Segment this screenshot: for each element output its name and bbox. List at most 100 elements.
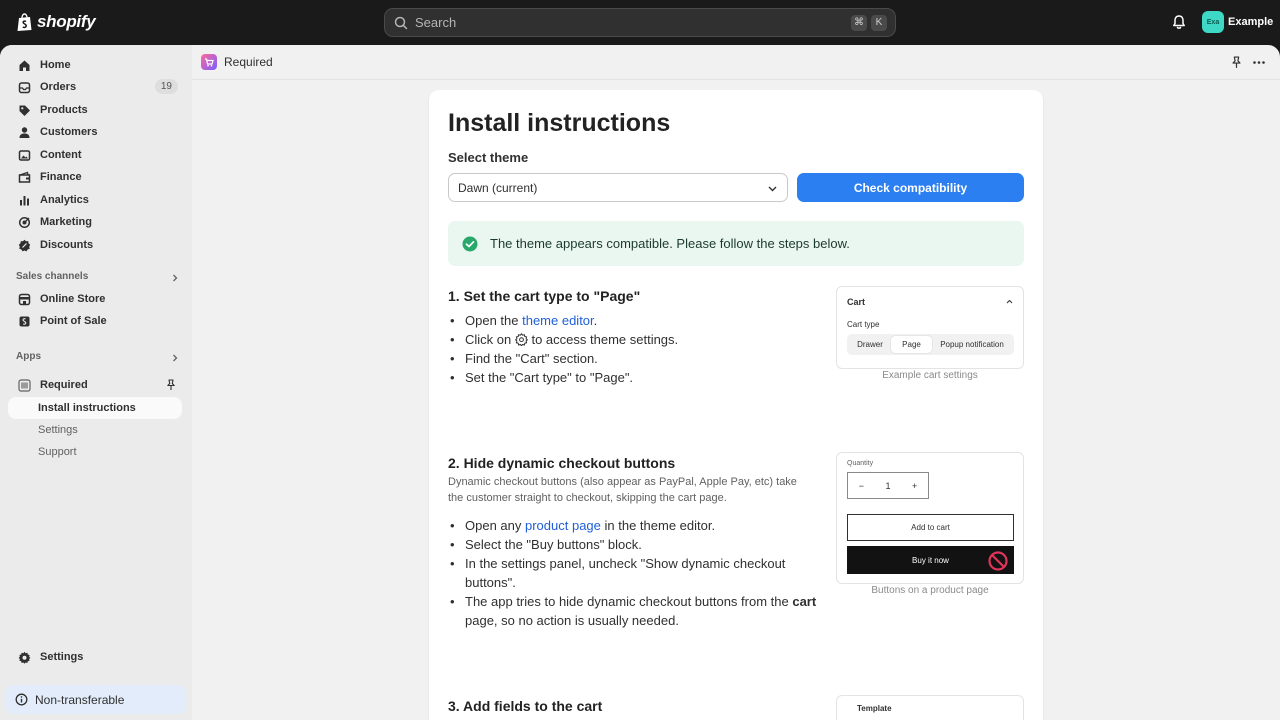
quantity-value: 1	[885, 480, 891, 491]
finance-icon	[18, 171, 31, 184]
chevron-up-icon	[1006, 299, 1013, 304]
list-item: Set the "Cart type" to "Page".	[448, 368, 820, 387]
gear-icon	[514, 333, 528, 346]
product-page-link[interactable]: product page	[525, 518, 601, 533]
chevron-right-icon[interactable]	[170, 273, 180, 283]
step-2-bullet-4-text: The app tries to hide dynamic checkout b…	[465, 594, 793, 609]
sidebar-item-home[interactable]: Home	[8, 54, 184, 76]
list-item: Open any product page in the theme edito…	[448, 516, 820, 535]
chevron-right-icon[interactable]	[170, 353, 180, 363]
discount-icon	[18, 239, 31, 252]
notifications-bell-icon[interactable]	[1170, 13, 1188, 31]
compatibility-success-banner: The theme appears compatible. Please fol…	[448, 221, 1024, 266]
option-page: Page	[891, 336, 932, 353]
shopify-logo[interactable]: shopify	[16, 12, 96, 32]
cart-type-segmented-control: Drawer Page Popup notification	[847, 334, 1014, 355]
app-header: Required	[192, 45, 1280, 80]
sidebar-item-finance[interactable]: Finance	[8, 166, 184, 188]
sidebar-subitem-support[interactable]: Support	[8, 441, 182, 463]
store-icon	[18, 293, 31, 306]
minus-icon: −	[858, 480, 864, 491]
content-icon	[18, 149, 31, 162]
sidebar-item-label: Required	[40, 379, 88, 391]
step-1-title: 1. Set the cart type to "Page"	[448, 288, 641, 304]
add-to-cart-button: Add to cart	[847, 514, 1014, 541]
info-icon	[15, 693, 28, 706]
sidebar-item-label: Home	[40, 59, 71, 71]
search-input[interactable]	[415, 15, 847, 30]
sidebar: Home Orders 19 Products Customers Conten…	[0, 45, 192, 720]
cart-settings-illustration: Cart Cart type Drawer Page Popup notific…	[836, 286, 1024, 369]
sidebar-item-point-of-sale[interactable]: Point of Sale	[8, 310, 184, 332]
pin-icon[interactable]	[165, 379, 177, 391]
sidebar-item-products[interactable]: Products	[8, 99, 184, 121]
orders-count-badge: 19	[154, 79, 178, 94]
sidebar-item-orders[interactable]: Orders 19	[8, 76, 184, 98]
list-item: Click on to access theme settings.	[448, 330, 820, 349]
analytics-icon	[18, 194, 31, 207]
step-3-title: 3. Add fields to the cart	[448, 698, 603, 714]
step-1-bullet-1-end: .	[593, 313, 598, 328]
pin-icon[interactable]	[1230, 56, 1243, 69]
sidebar-item-label: Analytics	[40, 194, 89, 206]
sidebar-subitem-settings[interactable]: Settings	[8, 419, 182, 441]
sidebar-item-settings[interactable]: Settings	[8, 646, 184, 668]
step-2-list: Open any product page in the theme edito…	[448, 516, 820, 630]
search-icon	[394, 16, 408, 29]
account-menu[interactable]: Exa Example	[1202, 11, 1273, 33]
quantity-label: Quantity	[847, 460, 874, 467]
sidebar-item-label: Orders	[40, 81, 77, 93]
sidebar-subitem-label: Install instructions	[38, 402, 136, 414]
step-1-list: Open the theme editor. Click on to acces…	[448, 311, 820, 387]
sidebar-item-online-store[interactable]: Online Store	[8, 288, 184, 310]
app-logo-icon	[201, 54, 217, 70]
sidebar-item-label: Products	[40, 104, 88, 116]
sidebar-item-label: Content	[40, 149, 82, 161]
template-illustration: Template	[836, 695, 1024, 720]
prohibited-icon	[988, 551, 1008, 571]
sidebar-item-required-app[interactable]: Required	[8, 374, 184, 396]
home-icon	[18, 59, 31, 72]
theme-select-value: Dawn (current)	[458, 180, 538, 195]
sidebar-subitem-install-instructions[interactable]: Install instructions	[8, 397, 182, 419]
non-transferable-banner[interactable]: Non-transferable	[6, 685, 186, 714]
list-item: Find the "Cart" section.	[448, 349, 820, 368]
cart-settings-caption: Example cart settings	[882, 370, 978, 381]
search-bar[interactable]: ⌘ K	[384, 8, 896, 37]
shortcut-key-cmd: ⌘	[851, 14, 867, 31]
select-theme-label: Select theme	[448, 150, 529, 165]
check-circle-icon	[462, 236, 478, 251]
step-2-bullet-1-end: in the theme editor.	[600, 518, 716, 533]
step-2-description: Dynamic checkout buttons (also appear as…	[448, 476, 797, 504]
step-2-title: 2. Hide dynamic checkout buttons	[448, 455, 676, 471]
more-actions-icon[interactable]	[1252, 56, 1266, 69]
sidebar-item-customers[interactable]: Customers	[8, 121, 184, 143]
sidebar-item-label: Point of Sale	[40, 315, 107, 327]
app-icon	[18, 378, 31, 392]
sidebar-item-label: Customers	[40, 126, 98, 138]
check-compatibility-button[interactable]: Check compatibility	[797, 173, 1024, 202]
list-item: Select the "Buy buttons" block.	[448, 535, 820, 554]
sidebar-item-label: Marketing	[40, 216, 92, 228]
sidebar-item-label: Discounts	[40, 239, 94, 251]
top-bar: shopify ⌘ K Exa Example	[0, 0, 1280, 45]
theme-select[interactable]: Dawn (current)	[448, 173, 788, 202]
sidebar-item-discounts[interactable]: Discounts	[8, 234, 184, 256]
cart-emphasis: cart	[792, 594, 817, 609]
list-item: In the settings panel, uncheck "Show dyn…	[448, 554, 820, 592]
app-title: Required	[224, 55, 273, 69]
theme-editor-link[interactable]: theme editor	[522, 313, 594, 328]
sidebar-item-label: Online Store	[40, 293, 106, 305]
sidebar-subitem-label: Settings	[38, 424, 78, 436]
product-buttons-illustration: Quantity − 1 + Add to cart Buy it now	[836, 452, 1024, 584]
apps-heading: Apps	[16, 351, 41, 362]
sidebar-item-content[interactable]: Content	[8, 144, 184, 166]
sidebar-item-label: Settings	[40, 651, 84, 663]
quantity-stepper: − 1 +	[847, 472, 929, 499]
list-item: Open the theme editor.	[448, 311, 820, 330]
sidebar-item-analytics[interactable]: Analytics	[8, 189, 184, 211]
page-title: Install instructions	[448, 109, 671, 137]
sidebar-item-marketing[interactable]: Marketing	[8, 211, 184, 233]
plus-icon: +	[911, 480, 918, 491]
store-name: Example	[1228, 16, 1274, 28]
